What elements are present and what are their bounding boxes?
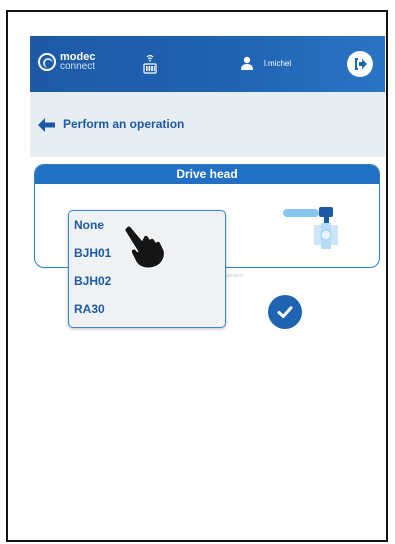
top-bar: modec connect l.michel	[30, 36, 385, 92]
valve-icon	[283, 207, 338, 249]
modec-logo-icon	[38, 53, 56, 71]
username: l.michel	[264, 58, 292, 68]
logout-button[interactable]	[347, 51, 373, 77]
app-screen: modec connect l.michel Perform an operat…	[30, 36, 385, 536]
back-arrow-icon[interactable]	[38, 118, 55, 132]
sub-header: Perform an operation	[30, 92, 385, 157]
logout-icon	[355, 58, 367, 70]
confirm-button[interactable]	[268, 295, 302, 329]
user-icon	[241, 56, 253, 70]
logo-text: modec connect	[60, 52, 96, 72]
page-title: Perform an operation	[63, 117, 185, 131]
user-area[interactable]: l.michel	[240, 56, 291, 70]
logo-line-2: connect	[60, 61, 96, 72]
card-title: Drive head	[35, 165, 379, 184]
dropdown-option-bjh02[interactable]: BJH02	[74, 271, 225, 299]
hand-pointer-icon	[124, 225, 166, 269]
check-icon	[277, 306, 293, 318]
signal-icon	[143, 54, 157, 74]
dropdown-option-ra30[interactable]: RA30	[74, 299, 225, 327]
modec-logo: modec connect	[38, 52, 96, 72]
